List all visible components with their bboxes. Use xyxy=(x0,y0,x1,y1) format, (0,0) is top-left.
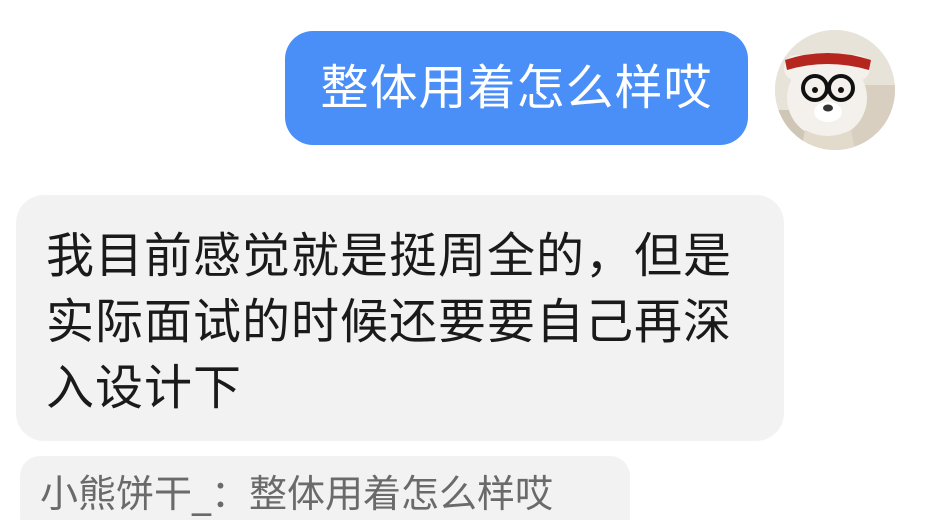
incoming-message-bubble[interactable]: 我目前感觉就是挺周全的，但是 实际面试的时候还要要自己再深 入设计下 xyxy=(16,195,784,441)
incoming-message-line: 实际面试的时候还要要自己再深 xyxy=(46,294,733,350)
user-avatar[interactable] xyxy=(775,30,895,150)
outgoing-message-text: 整体用着怎么样哎 xyxy=(320,60,713,116)
incoming-message-line: 入设计下 xyxy=(46,360,243,416)
quoted-message[interactable]: 小熊饼干_：整体用着怎么样哎 xyxy=(20,456,630,520)
bear-avatar-icon xyxy=(775,30,895,150)
chat-area: 整体用着怎么样哎 我目前感觉就是挺周全的，但是 实际面试的时候还要要自己再深 入… xyxy=(0,0,945,520)
quoted-message-text: 小熊饼干_：整体用着怎么样哎 xyxy=(40,472,554,516)
incoming-message-line: 我目前感觉就是挺周全的，但是 xyxy=(46,228,733,284)
outgoing-message-bubble[interactable]: 整体用着怎么样哎 xyxy=(285,31,748,145)
